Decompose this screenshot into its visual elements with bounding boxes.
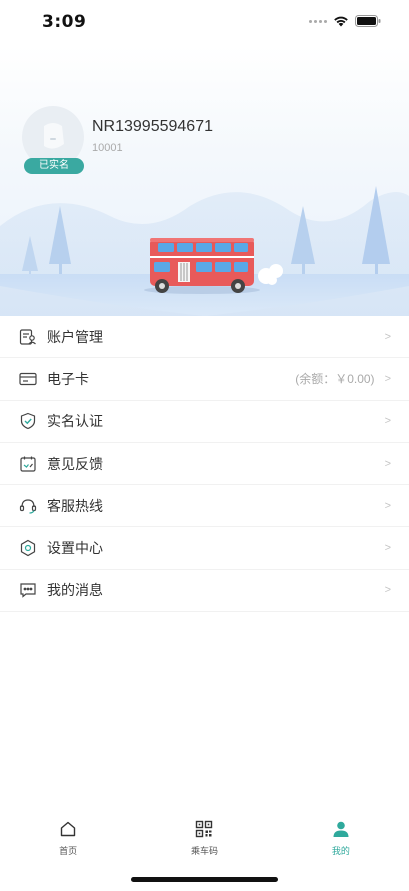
signal-icon <box>309 19 327 23</box>
qr-code-icon <box>193 818 215 840</box>
battery-icon <box>355 15 381 27</box>
menu-item-real-name-verification[interactable]: 实名认证 > <box>0 401 409 443</box>
bus-scene-illustration <box>0 186 409 316</box>
feedback-icon <box>18 454 38 474</box>
message-icon <box>18 580 38 600</box>
menu-item-settings-center[interactable]: 设置中心 > <box>0 527 409 570</box>
menu-item-customer-hotline[interactable]: 客服热线 > <box>0 485 409 528</box>
settings-menu: 账户管理 > 电子卡 (余额：￥0.00) > 实名认证 > 意见反馈 > 客服… <box>0 316 409 613</box>
menu-item-e-card[interactable]: 电子卡 (余额：￥0.00) > <box>0 358 409 401</box>
menu-item-account-management[interactable]: 账户管理 > <box>0 316 409 359</box>
tab-label: 我的 <box>331 847 350 857</box>
menu-label: 电子卡 <box>47 371 89 388</box>
wifi-icon <box>334 16 348 27</box>
menu-label: 意见反馈 <box>47 456 103 473</box>
card-icon <box>18 369 38 389</box>
headset-icon <box>18 496 38 516</box>
settings-icon <box>18 538 38 558</box>
chevron-right-icon: > <box>384 372 391 385</box>
home-indicator[interactable] <box>131 877 278 882</box>
profile-header: 已实名 NR13995594671 10001 <box>0 46 409 316</box>
default-avatar-icon <box>44 123 64 149</box>
bottom-tab-bar: 首页 乘车码 我的 <box>0 812 409 862</box>
menu-item-my-messages[interactable]: 我的消息 > <box>0 570 409 613</box>
status-time: 3:09 <box>42 12 87 32</box>
status-bar: 3:09 <box>0 0 409 46</box>
chevron-right-icon: > <box>384 584 391 597</box>
chevron-right-icon: > <box>384 330 391 343</box>
tab-home[interactable]: 首页 <box>0 812 136 862</box>
menu-label: 客服热线 <box>47 498 103 515</box>
home-icon <box>57 818 79 840</box>
verified-badge: 已实名 <box>24 158 84 174</box>
tab-mine[interactable]: 我的 <box>273 812 409 862</box>
card-balance: (余额：￥0.00) <box>295 372 375 387</box>
menu-label: 账户管理 <box>47 329 103 346</box>
chevron-right-icon: > <box>384 415 391 428</box>
tab-ride-code[interactable]: 乘车码 <box>136 812 272 862</box>
user-name: NR13995594671 <box>92 118 213 135</box>
status-icons <box>309 15 381 27</box>
menu-item-feedback[interactable]: 意见反馈 > <box>0 443 409 486</box>
menu-label: 我的消息 <box>47 583 103 600</box>
chevron-right-icon: > <box>384 457 391 470</box>
menu-label: 设置中心 <box>47 541 103 558</box>
tab-label: 乘车码 <box>190 847 218 857</box>
chevron-right-icon: > <box>384 499 391 512</box>
shield-check-icon <box>18 411 38 431</box>
chevron-right-icon: > <box>384 542 391 555</box>
account-icon <box>18 327 38 347</box>
menu-label: 实名认证 <box>47 414 103 431</box>
person-icon <box>330 818 352 840</box>
user-id: 10001 <box>92 142 123 154</box>
tab-label: 首页 <box>59 847 78 857</box>
